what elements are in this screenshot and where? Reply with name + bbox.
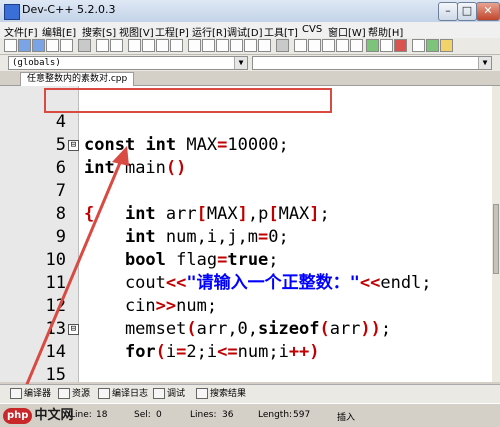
status-sel-value: 0 (156, 410, 162, 420)
menu-help[interactable]: 帮助[H] (368, 24, 403, 39)
menu-project[interactable]: 工程[P] (155, 24, 189, 39)
menu-run[interactable]: 运行[R] (192, 24, 227, 39)
annotation-highlight-box (44, 88, 332, 113)
compile-run-icon[interactable] (322, 39, 335, 52)
window-title: Dev-C++ 5.2.0.3 (22, 3, 116, 16)
scrollbar-thumb[interactable] (493, 204, 499, 274)
menu-window[interactable]: 窗口[W] (328, 24, 366, 39)
code-line: 6 ⊟ { (0, 134, 492, 224)
watermark-logo: php 中文网 (3, 404, 73, 424)
toolbar (0, 38, 500, 55)
fold-toggle-icon[interactable]: ⊟ (68, 140, 79, 151)
bottom-panel-tabs: 编译器 资源 编译日志 调试 搜索结果 (0, 384, 500, 403)
menu-view[interactable]: 视图[V] (119, 24, 154, 39)
code-line: 7 int arr[MAX],p[MAX]; (0, 157, 492, 224)
menu-search[interactable]: 搜索[S] (82, 24, 116, 39)
bookmark-icon[interactable] (188, 39, 201, 52)
status-length-value: 597 (293, 410, 311, 420)
maximize-button[interactable]: □ (457, 2, 477, 21)
add-file-icon[interactable] (258, 39, 271, 52)
code-line: 16 p[m++]=i; (0, 364, 492, 382)
run-icon[interactable] (308, 39, 321, 52)
status-lines-label: Lines: (190, 410, 217, 420)
find-next-icon[interactable] (156, 39, 169, 52)
fold-toggle-icon[interactable]: ⊟ (68, 324, 79, 335)
compile-icon[interactable] (294, 39, 307, 52)
find-icon[interactable] (128, 39, 141, 52)
menu-debug[interactable]: 调试[D] (227, 24, 263, 39)
stop-icon[interactable] (394, 39, 407, 52)
status-sel-label: Sel: (134, 410, 151, 420)
chevron-down-icon: ▼ (478, 57, 491, 69)
menu-edit[interactable]: 编辑[E] (42, 24, 76, 39)
tab-compile-log[interactable]: 编译日志 (98, 387, 148, 401)
functions-dropdown[interactable]: ▼ (252, 56, 492, 70)
menu-file[interactable]: 文件[F] (4, 24, 38, 39)
chart-icon[interactable] (380, 39, 393, 52)
scope-bar: (globals) ▼ ▼ (0, 55, 500, 71)
close-file-icon[interactable] (60, 39, 73, 52)
code-editor[interactable]: 4 const int MAX=10000; 5 int main() 6 ⊟ … (0, 86, 492, 382)
code-line: 13 for(i=2;i<=num;i++) (0, 295, 492, 362)
compile-log-icon (98, 388, 110, 399)
menu-bar: 文件[F] 编辑[E] 搜索[S] 视图[V] 工程[P] 运行[R] 调试[D… (0, 22, 500, 39)
tab-resources[interactable]: 资源 (58, 387, 90, 401)
watermark-text: 中文网 (34, 408, 74, 423)
status-line-value: 18 (96, 410, 108, 420)
code-line: 10 cout<<"请输入一个正整数："<<endl; (0, 226, 492, 293)
tab-compiler[interactable]: 编译器 (10, 387, 51, 401)
open-icon[interactable] (18, 39, 31, 52)
vertical-scrollbar[interactable] (492, 86, 500, 382)
replace-icon[interactable] (142, 39, 155, 52)
compiler-icon (10, 388, 22, 399)
code-line: 15 if(!arr[i]) (0, 341, 492, 382)
save-icon[interactable] (32, 39, 45, 52)
code-line: 9 bool flag=true; (0, 203, 492, 270)
undo-icon[interactable] (96, 39, 109, 52)
new-project-icon[interactable] (412, 39, 425, 52)
debug-check-icon (153, 388, 165, 399)
watermark-badge: php (3, 407, 33, 424)
insert-icon[interactable] (426, 39, 439, 52)
code-line: 8 int num,i,j,m=0; (0, 180, 492, 247)
globals-dropdown[interactable]: (globals) ▼ (8, 56, 248, 70)
title-bar: Dev-C++ 5.2.0.3 – □ ✕ (0, 0, 500, 23)
print-icon[interactable] (78, 39, 91, 52)
debug-icon[interactable] (350, 39, 363, 52)
code-line: 14 ⊟ { (0, 318, 492, 362)
file-tab-bar: 任意整数内的素数对.cpp (0, 71, 500, 86)
resources-icon (58, 388, 70, 399)
toggle-comment-icon[interactable] (230, 39, 243, 52)
chevron-down-icon: ▼ (234, 57, 247, 69)
help-icon[interactable] (440, 39, 453, 52)
globals-dropdown-value: (globals) (12, 58, 61, 68)
menu-cvs[interactable]: CVS (302, 24, 322, 35)
menu-tools[interactable]: 工具[T] (264, 24, 298, 39)
unindent-icon[interactable] (216, 39, 229, 52)
status-lines-value: 36 (222, 410, 234, 420)
app-icon (4, 4, 20, 20)
rebuild-icon[interactable] (336, 39, 349, 52)
minimize-button[interactable]: – (438, 2, 458, 21)
indent-icon[interactable] (202, 39, 215, 52)
status-insert-mode: 插入 (337, 413, 356, 423)
project-icon[interactable] (244, 39, 257, 52)
new-file-icon[interactable] (4, 39, 17, 52)
status-bar: Line: 18 Sel: 0 Lines: 36 Length: 597 插入 (0, 403, 500, 427)
code-line: 5 int main() (0, 111, 492, 178)
code-line: 12 memset(arr,0,sizeof(arr)); (0, 272, 492, 339)
goto-line-icon[interactable] (170, 39, 183, 52)
save-all-icon[interactable] (46, 39, 59, 52)
search-results-icon (196, 388, 208, 399)
options-icon[interactable] (276, 39, 289, 52)
close-button[interactable]: ✕ (476, 2, 500, 21)
redo-icon[interactable] (110, 39, 123, 52)
tab-debug[interactable]: 调试 (153, 387, 185, 401)
code-line: 11 cin>>num; (0, 249, 492, 316)
tab-source-file[interactable]: 任意整数内的素数对.cpp (20, 72, 135, 86)
check-icon[interactable] (366, 39, 379, 52)
tab-search-results[interactable]: 搜索结果 (196, 387, 246, 401)
status-length-label: Length: (258, 410, 293, 420)
